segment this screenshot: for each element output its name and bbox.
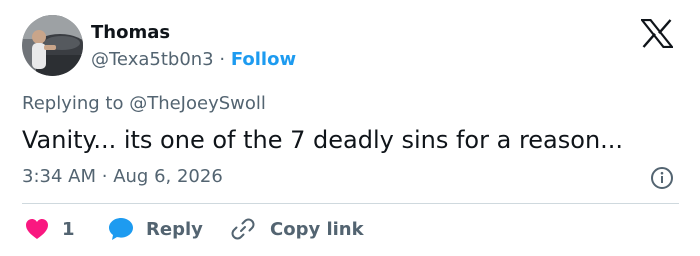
tweet-time: 3:34 AM <box>22 166 96 187</box>
timestamp-separator: · <box>101 166 108 187</box>
separator-dot: · <box>219 49 226 70</box>
copy-link-label: Copy link <box>270 218 364 240</box>
replying-to-prefix: Replying to <box>22 93 130 114</box>
follow-button[interactable]: Follow <box>231 49 296 70</box>
tweet-text: Vanity... its one of the 7 deadly sins f… <box>22 126 624 154</box>
reply-label: Reply <box>146 218 203 240</box>
avatar-image <box>22 15 83 76</box>
author-handle[interactable]: @Texa5tb0n3 <box>91 49 214 70</box>
tweet-card: Thomas @Texa5tb0n3 · Follow Replying to … <box>0 0 700 256</box>
like-button[interactable]: 1 <box>25 213 75 245</box>
divider <box>22 203 679 204</box>
info-icon[interactable] <box>650 166 674 190</box>
avatar[interactable] <box>22 15 83 76</box>
link-icon <box>231 218 255 240</box>
tweet-timestamp[interactable]: 3:34 AM · Aug 6, 2026 <box>22 166 223 188</box>
like-count: 1 <box>62 218 75 240</box>
reply-mention-link[interactable]: @TheJoeySwoll <box>129 93 266 114</box>
action-bar: 1 Reply Copy link <box>0 213 700 245</box>
speech-bubble-icon <box>109 218 133 240</box>
author-handle-row: @Texa5tb0n3 · Follow <box>91 49 296 71</box>
tweet-date: Aug 6, 2026 <box>113 166 223 187</box>
copy-link-button[interactable]: Copy link <box>230 213 364 245</box>
replying-to: Replying to @TheJoeySwoll <box>22 93 266 115</box>
heart-icon <box>26 219 48 239</box>
x-logo-icon[interactable] <box>639 18 675 49</box>
author-name[interactable]: Thomas <box>91 22 170 44</box>
reply-button[interactable]: Reply <box>108 213 203 245</box>
